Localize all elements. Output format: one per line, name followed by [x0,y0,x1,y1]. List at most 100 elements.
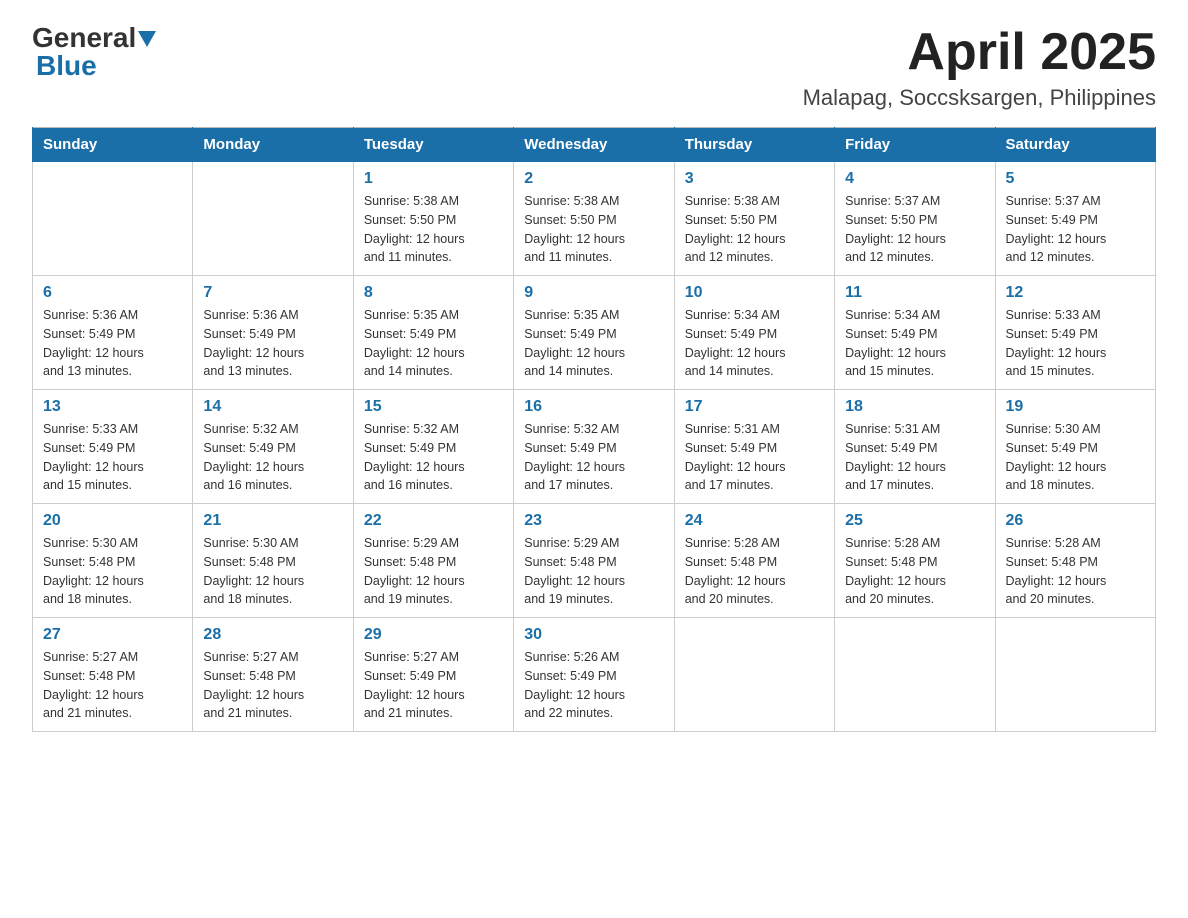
day-info: Sunrise: 5:32 AM Sunset: 5:49 PM Dayligh… [364,420,503,495]
day-of-week-monday: Monday [193,128,353,162]
calendar-cell [33,162,193,276]
calendar-cell: 3 Sunrise: 5:38 AM Sunset: 5:50 PM Daylig… [674,162,834,276]
calendar-cell: 18 Sunrise: 5:31 AM Sunset: 5:49 PM Dayli… [835,390,995,504]
day-info: Sunrise: 5:31 AM Sunset: 5:49 PM Dayligh… [845,420,984,495]
calendar-cell: 22Sunrise: 5:29 AM Sunset: 5:48 PM Dayli… [353,504,513,618]
day-info: Sunrise: 5:32 AM Sunset: 5:49 PM Dayligh… [524,420,663,495]
calendar-cell: 27 Sunrise: 5:27 AM Sunset: 5:48 PM Dayli… [33,618,193,732]
day-number: 28 [203,626,342,644]
location: Malapag, Soccsksargen, Philippines [803,85,1156,111]
day-number: 25 [845,512,984,530]
calendar-cell [674,618,834,732]
calendar-cell: 16 Sunrise: 5:32 AM Sunset: 5:49 PM Dayli… [514,390,674,504]
day-number: 8 [364,284,503,302]
day-info: Sunrise: 5:34 AM Sunset: 5:49 PM Dayligh… [845,306,984,381]
calendar-table: SundayMondayTuesdayWednesdayThursdayFrid… [32,127,1156,732]
day-number: 3 [685,170,824,188]
day-number: 27 [43,626,182,644]
day-number: 1 [364,170,503,188]
calendar-cell: 20 Sunrise: 5:30 AM Sunset: 5:48 PM Dayli… [33,504,193,618]
day-info: Sunrise: 5:32 AM Sunset: 5:49 PM Dayligh… [203,420,342,495]
day-number: 4 [845,170,984,188]
day-info: Sunrise: 5:35 AM Sunset: 5:49 PM Dayligh… [524,306,663,381]
day-info: Sunrise: 5:35 AM Sunset: 5:49 PM Dayligh… [364,306,503,381]
day-number: 7 [203,284,342,302]
calendar-week-row: 20 Sunrise: 5:30 AM Sunset: 5:48 PM Dayli… [33,504,1156,618]
calendar-cell: 9 Sunrise: 5:35 AM Sunset: 5:49 PM Daylig… [514,276,674,390]
calendar-cell [995,618,1155,732]
day-of-week-tuesday: Tuesday [353,128,513,162]
calendar-cell: 14 Sunrise: 5:32 AM Sunset: 5:49 PM Dayli… [193,390,353,504]
day-number: 11 [845,284,984,302]
day-number: 13 [43,398,182,416]
calendar-cell: 4 Sunrise: 5:37 AM Sunset: 5:50 PM Daylig… [835,162,995,276]
day-number: 15 [364,398,503,416]
calendar-cell: 21Sunrise: 5:30 AM Sunset: 5:48 PM Dayli… [193,504,353,618]
calendar-week-row: 6Sunrise: 5:36 AM Sunset: 5:49 PM Daylig… [33,276,1156,390]
day-info: Sunrise: 5:28 AM Sunset: 5:48 PM Dayligh… [685,534,824,609]
calendar-cell: 8 Sunrise: 5:35 AM Sunset: 5:49 PM Daylig… [353,276,513,390]
day-info: Sunrise: 5:26 AM Sunset: 5:49 PM Dayligh… [524,648,663,723]
calendar-cell: 15 Sunrise: 5:32 AM Sunset: 5:49 PM Dayli… [353,390,513,504]
day-of-week-sunday: Sunday [33,128,193,162]
day-info: Sunrise: 5:31 AM Sunset: 5:49 PM Dayligh… [685,420,824,495]
day-number: 12 [1006,284,1145,302]
calendar-cell: 19Sunrise: 5:30 AM Sunset: 5:49 PM Dayli… [995,390,1155,504]
calendar-cell: 6Sunrise: 5:36 AM Sunset: 5:49 PM Daylig… [33,276,193,390]
day-info: Sunrise: 5:29 AM Sunset: 5:48 PM Dayligh… [364,534,503,609]
calendar-cell: 23 Sunrise: 5:29 AM Sunset: 5:48 PM Dayli… [514,504,674,618]
day-of-week-friday: Friday [835,128,995,162]
day-info: Sunrise: 5:30 AM Sunset: 5:48 PM Dayligh… [43,534,182,609]
day-of-week-wednesday: Wednesday [514,128,674,162]
day-info: Sunrise: 5:33 AM Sunset: 5:49 PM Dayligh… [43,420,182,495]
logo-text-blue: Blue [36,52,156,80]
day-info: Sunrise: 5:27 AM Sunset: 5:48 PM Dayligh… [203,648,342,723]
calendar-cell: 7 Sunrise: 5:36 AM Sunset: 5:49 PM Daylig… [193,276,353,390]
title-area: April 2025 Malapag, Soccsksargen, Philip… [803,24,1156,111]
day-of-week-saturday: Saturday [995,128,1155,162]
calendar-cell: 5 Sunrise: 5:37 AM Sunset: 5:49 PM Daylig… [995,162,1155,276]
day-number: 24 [685,512,824,530]
day-number: 23 [524,512,663,530]
day-number: 10 [685,284,824,302]
day-info: Sunrise: 5:38 AM Sunset: 5:50 PM Dayligh… [524,192,663,267]
day-of-week-thursday: Thursday [674,128,834,162]
calendar-cell: 13 Sunrise: 5:33 AM Sunset: 5:49 PM Dayli… [33,390,193,504]
calendar-cell: 17Sunrise: 5:31 AM Sunset: 5:49 PM Dayli… [674,390,834,504]
day-number: 18 [845,398,984,416]
day-info: Sunrise: 5:36 AM Sunset: 5:49 PM Dayligh… [203,306,342,381]
calendar-week-row: 13 Sunrise: 5:33 AM Sunset: 5:49 PM Dayli… [33,390,1156,504]
day-number: 16 [524,398,663,416]
calendar-cell: 1 Sunrise: 5:38 AM Sunset: 5:50 PM Daylig… [353,162,513,276]
day-info: Sunrise: 5:29 AM Sunset: 5:48 PM Dayligh… [524,534,663,609]
calendar-cell: 24 Sunrise: 5:28 AM Sunset: 5:48 PM Dayli… [674,504,834,618]
calendar-week-row: 1 Sunrise: 5:38 AM Sunset: 5:50 PM Daylig… [33,162,1156,276]
day-info: Sunrise: 5:38 AM Sunset: 5:50 PM Dayligh… [364,192,503,267]
day-info: Sunrise: 5:37 AM Sunset: 5:50 PM Dayligh… [845,192,984,267]
day-number: 26 [1006,512,1145,530]
calendar-cell: 28 Sunrise: 5:27 AM Sunset: 5:48 PM Dayli… [193,618,353,732]
day-info: Sunrise: 5:37 AM Sunset: 5:49 PM Dayligh… [1006,192,1145,267]
logo: General Blue [32,24,156,80]
day-info: Sunrise: 5:27 AM Sunset: 5:48 PM Dayligh… [43,648,182,723]
day-number: 9 [524,284,663,302]
day-number: 5 [1006,170,1145,188]
calendar-week-row: 27 Sunrise: 5:27 AM Sunset: 5:48 PM Dayli… [33,618,1156,732]
day-info: Sunrise: 5:33 AM Sunset: 5:49 PM Dayligh… [1006,306,1145,381]
calendar-cell: 11 Sunrise: 5:34 AM Sunset: 5:49 PM Dayli… [835,276,995,390]
day-info: Sunrise: 5:30 AM Sunset: 5:48 PM Dayligh… [203,534,342,609]
calendar-header-row: SundayMondayTuesdayWednesdayThursdayFrid… [33,128,1156,162]
day-info: Sunrise: 5:27 AM Sunset: 5:49 PM Dayligh… [364,648,503,723]
logo-text-general: General [32,24,136,52]
calendar-cell: 10Sunrise: 5:34 AM Sunset: 5:49 PM Dayli… [674,276,834,390]
day-number: 29 [364,626,503,644]
day-number: 14 [203,398,342,416]
month-title: April 2025 [803,24,1156,81]
calendar-cell: 30 Sunrise: 5:26 AM Sunset: 5:49 PM Dayli… [514,618,674,732]
day-info: Sunrise: 5:36 AM Sunset: 5:49 PM Dayligh… [43,306,182,381]
day-number: 20 [43,512,182,530]
day-info: Sunrise: 5:38 AM Sunset: 5:50 PM Dayligh… [685,192,824,267]
calendar-cell: 29 Sunrise: 5:27 AM Sunset: 5:49 PM Dayli… [353,618,513,732]
calendar-cell [835,618,995,732]
day-number: 30 [524,626,663,644]
